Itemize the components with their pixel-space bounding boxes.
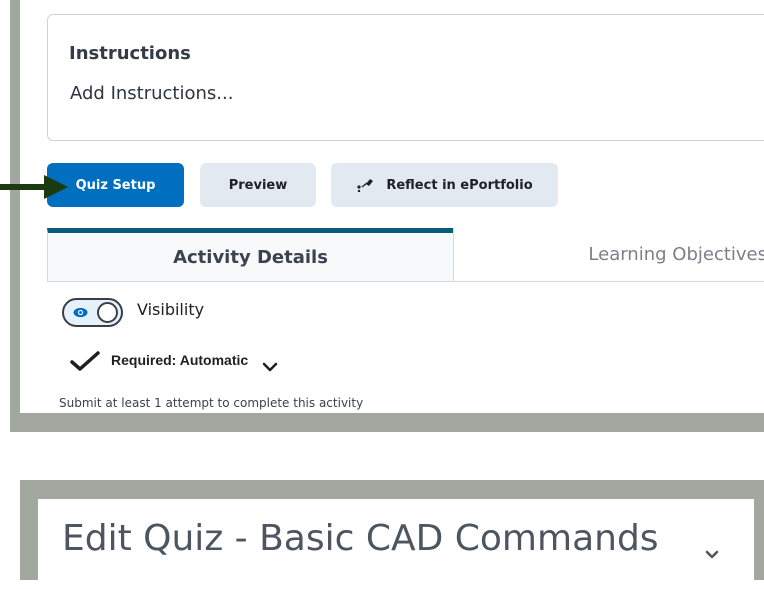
checkmark-icon bbox=[70, 351, 100, 375]
add-instructions-link[interactable]: Add Instructions... bbox=[70, 83, 233, 104]
tab-activity-details[interactable]: Activity Details bbox=[47, 228, 453, 282]
instructions-box: Instructions Add Instructions... bbox=[47, 14, 764, 141]
visibility-toggle[interactable] bbox=[62, 298, 123, 327]
page-title: Edit Quiz - Basic CAD Commands bbox=[62, 518, 659, 559]
eye-icon bbox=[73, 305, 88, 320]
page-header: Edit Quiz - Basic CAD Commands bbox=[38, 499, 754, 589]
preview-label: Preview bbox=[228, 177, 288, 193]
chevron-down-icon[interactable] bbox=[262, 357, 278, 376]
completion-criteria-text: Submit at least 1 attempt to complete th… bbox=[59, 396, 364, 410]
quiz-panel: Instructions Add Instructions... Quiz Se… bbox=[20, 0, 764, 413]
chevron-down-icon[interactable] bbox=[704, 546, 720, 565]
preview-button[interactable]: Preview bbox=[200, 163, 316, 207]
required-completion-dropdown[interactable]: Required: Automatic bbox=[111, 352, 248, 368]
eportfolio-icon bbox=[356, 178, 376, 192]
arrow-right-icon bbox=[0, 172, 70, 206]
instructions-heading: Instructions bbox=[69, 43, 191, 64]
reflect-eportfolio-button[interactable]: Reflect in ePortfolio bbox=[331, 163, 558, 207]
toggle-knob bbox=[97, 302, 118, 323]
reflect-label: Reflect in ePortfolio bbox=[386, 177, 533, 193]
tab-learning-objectives[interactable]: Learning Objectives bbox=[453, 228, 764, 282]
activity-tabs: Activity Details Learning Objectives bbox=[47, 228, 764, 282]
quiz-setup-label: Quiz Setup bbox=[75, 177, 156, 193]
visibility-label: Visibility bbox=[137, 300, 205, 319]
